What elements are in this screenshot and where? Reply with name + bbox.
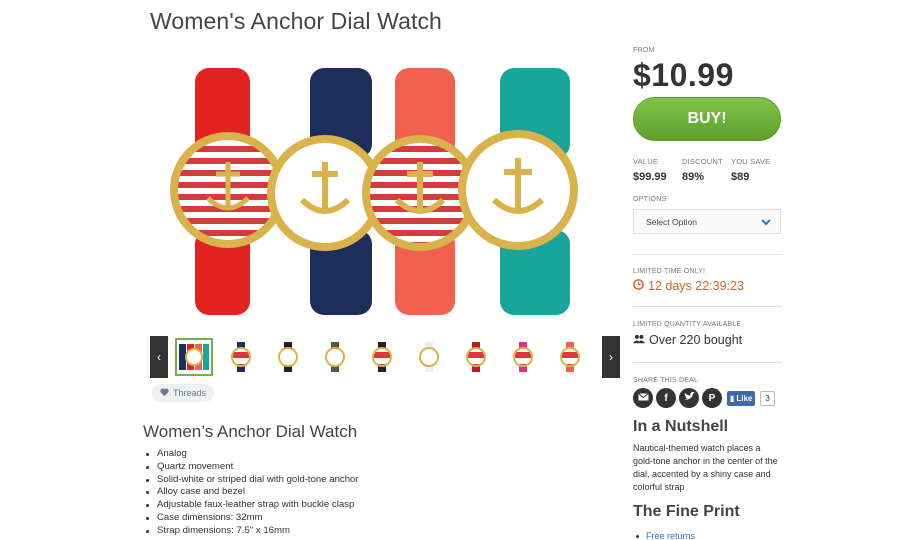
thumbnail-2[interactable] (222, 338, 260, 376)
discount-amount: 89% (682, 171, 705, 183)
thumbnail-9[interactable] (551, 338, 589, 376)
divider (633, 254, 782, 255)
clock-icon (633, 279, 644, 293)
limited-quantity-label: LIMITED QUANTITY AVAILABLE (633, 321, 742, 328)
watch-thumb-icon (179, 344, 209, 370)
twitter-icon (683, 391, 695, 404)
value-label: VALUE (633, 157, 659, 166)
value-stat: VALUE $99.99 (633, 157, 667, 183)
limited-time-label: LIMITED TIME ONLY! (633, 268, 706, 275)
divider (633, 362, 782, 363)
discount-label: DISCOUNT (682, 157, 723, 166)
buy-button[interactable]: BUY! (633, 97, 781, 141)
discount-stat: DISCOUNT 89% (682, 157, 723, 183)
watch-thumb-icon (325, 342, 345, 372)
facebook-icon: f (664, 392, 668, 404)
divider (633, 306, 782, 307)
email-share-button[interactable] (633, 388, 653, 408)
watch-thumb-icon (513, 342, 533, 372)
pinterest-share-button[interactable]: P (702, 388, 722, 408)
thumbnail-5[interactable] (363, 338, 401, 376)
like-count: 3 (760, 390, 775, 406)
options-label: OPTIONS (633, 196, 667, 203)
watch-thumb-icon (372, 342, 392, 372)
countdown-text: 12 days 22:39:23 (648, 279, 744, 293)
deal-price: $10.99 (633, 57, 734, 93)
bought-count: Over 220 bought (633, 333, 742, 347)
watches-illustration (170, 68, 578, 315)
list-item: Strap dimensions: 7.5" x 16mm (146, 525, 359, 538)
list-item: Quartz movement (146, 461, 359, 474)
heart-icon (160, 388, 169, 398)
savings-stat: YOU SAVE $89 (731, 157, 770, 183)
value-amount: $99.99 (633, 171, 667, 183)
list-item: Case dimensions: 32mm (146, 512, 359, 525)
share-buttons: f P ▮ Like 3 (633, 388, 775, 408)
product-image[interactable] (150, 50, 620, 330)
watch-thumb-icon (466, 342, 486, 372)
option-select[interactable]: Select Option (633, 209, 781, 234)
savings-amount: $89 (731, 171, 750, 183)
share-label: SHARE THIS DEAL (633, 377, 699, 384)
nutshell-title: In a Nutshell (633, 418, 729, 435)
watch-thumb-icon (278, 342, 298, 372)
thumbnail-3[interactable] (269, 338, 307, 376)
twitter-share-button[interactable] (679, 388, 699, 408)
option-select-value: Select Option (646, 216, 698, 227)
facebook-share-button[interactable]: f (656, 388, 676, 408)
list-item: Solid-white or striped dial with gold-to… (146, 474, 359, 487)
list-item: Alloy case and bezel (146, 486, 359, 499)
list-item: Adjustable faux-leather strap with buckl… (146, 499, 359, 512)
thumbnail-1[interactable] (175, 338, 213, 376)
next-arrow-button[interactable]: › (602, 336, 620, 378)
prev-arrow-button[interactable]: ‹ (150, 336, 168, 378)
list-item: Analog (146, 448, 359, 461)
thumbs-up-icon: ▮ (730, 393, 735, 403)
fine-print-item[interactable]: Free returns (636, 531, 695, 540)
thumbnail-6[interactable] (410, 338, 448, 376)
nutshell-text: Nautical-themed watch places a gold-tone… (633, 443, 778, 492)
from-label: FROM (633, 47, 655, 54)
watch-thumb-icon (560, 342, 580, 372)
thumbnail-7[interactable] (457, 338, 495, 376)
users-icon (633, 333, 645, 347)
facebook-like-button[interactable]: ▮ Like (727, 390, 756, 406)
thumbnail-strip: ‹ › (150, 336, 620, 378)
threads-tag-button[interactable]: Threads (152, 384, 215, 402)
description-title: Women’s Anchor Dial Watch (143, 422, 358, 441)
savings-label: YOU SAVE (731, 157, 771, 166)
fine-print-title: The Fine Print (633, 503, 740, 520)
page-title: Women's Anchor Dial Watch (150, 8, 442, 34)
watch-thumb-icon (419, 342, 439, 372)
feature-list: Analog Quartz movement Solid-white or st… (146, 448, 359, 538)
mail-icon (637, 392, 649, 404)
pinterest-icon: P (708, 392, 716, 404)
bought-text: Over 220 bought (649, 333, 743, 347)
countdown-timer: 12 days 22:39:23 (633, 279, 744, 293)
thumbnail-4[interactable] (316, 338, 354, 376)
watch-thumb-icon (231, 342, 251, 372)
like-label: Like (736, 393, 753, 403)
thumbnail-8[interactable] (504, 338, 542, 376)
chevron-down-icon (760, 216, 772, 230)
tag-label: Threads (173, 388, 207, 398)
